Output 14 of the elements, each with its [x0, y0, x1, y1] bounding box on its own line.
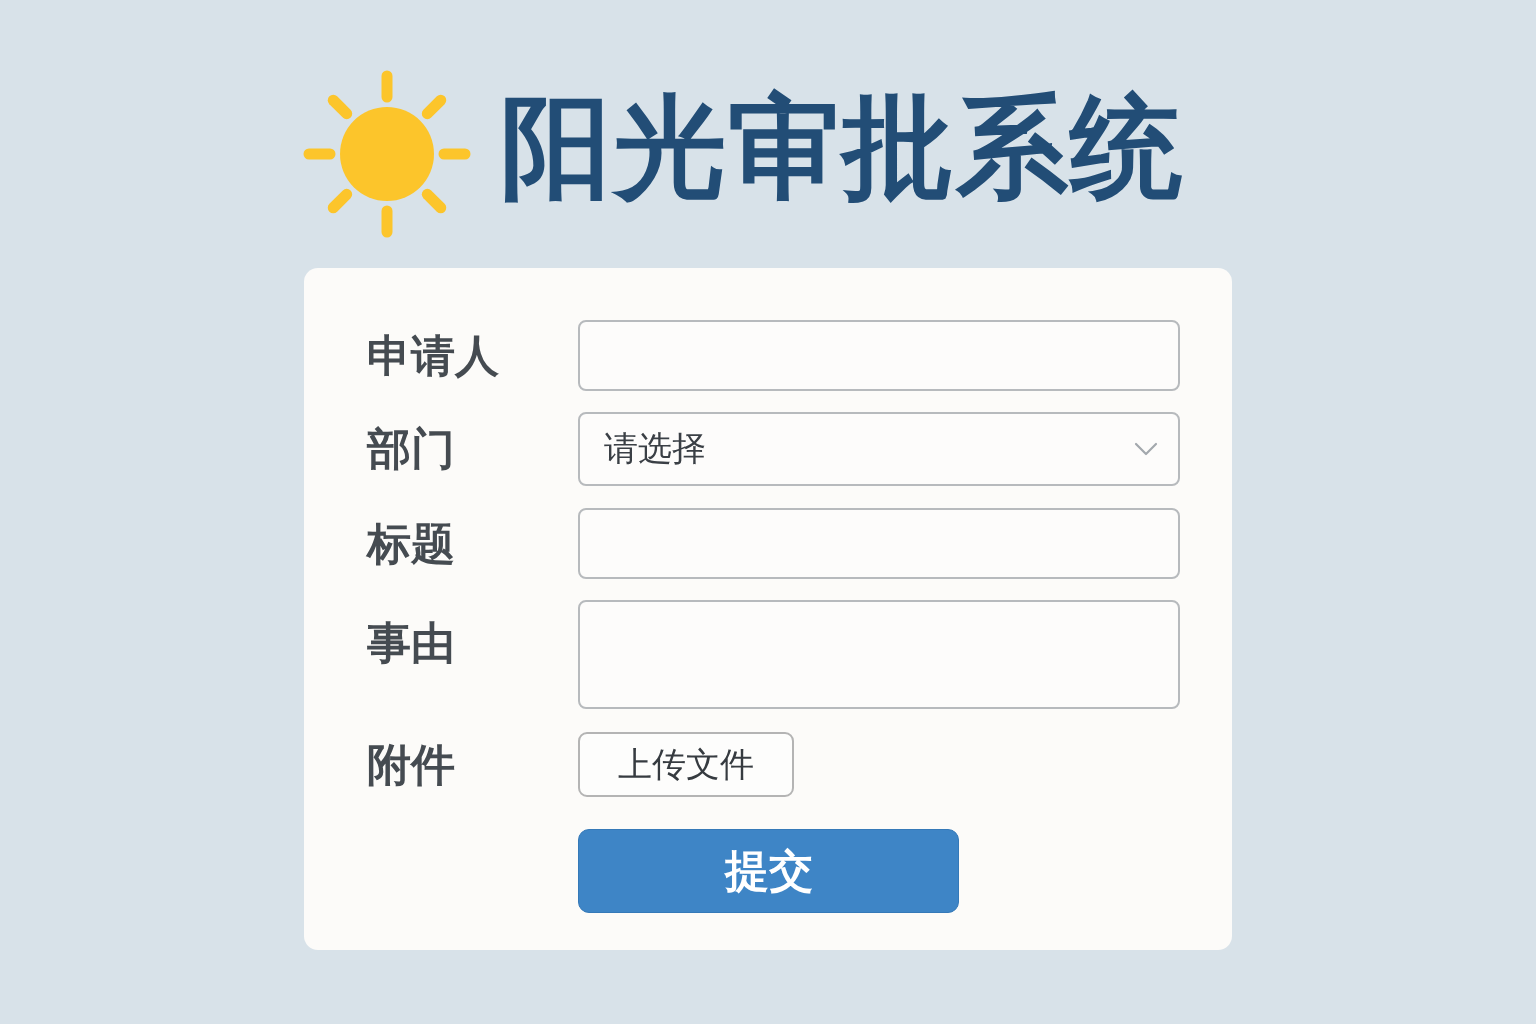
- field-label: 附件: [367, 740, 456, 789]
- upload-button[interactable]: 上传文件: [578, 732, 794, 797]
- field-label: 标题: [367, 519, 456, 568]
- textarea-field[interactable]: [578, 600, 1180, 709]
- field-label: 部门: [367, 425, 456, 473]
- input-field[interactable]: [578, 508, 1180, 579]
- select-field[interactable]: 请选择: [578, 412, 1180, 486]
- field-label: 申请人: [367, 331, 500, 380]
- submit-button[interactable]: 提交: [578, 829, 959, 913]
- input-field[interactable]: [578, 320, 1180, 391]
- sun-icon: [303, 70, 471, 238]
- chevron-down-icon: [1134, 442, 1158, 456]
- app-title: 阳光审批系统: [500, 86, 1184, 210]
- field-label: 事由: [367, 616, 456, 667]
